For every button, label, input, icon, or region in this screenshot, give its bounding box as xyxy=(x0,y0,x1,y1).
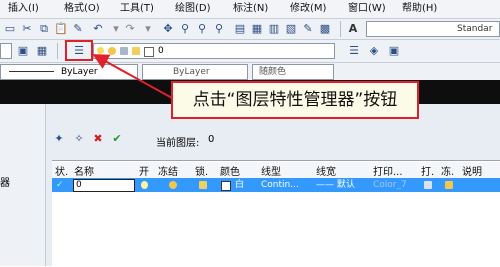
line-sample xyxy=(9,71,54,72)
color-swatch-white[interactable] xyxy=(221,181,231,191)
lock-icon xyxy=(132,47,140,55)
column-description[interactable]: 说明 xyxy=(462,163,482,178)
callout-text: 点击“图层特性管理器”按钮 xyxy=(192,90,398,110)
menu-modify[interactable]: 修改(M) xyxy=(290,2,326,16)
highlight-box xyxy=(65,40,93,61)
layer-state-icon[interactable]: ▦ xyxy=(34,43,50,59)
plotstyle-combo[interactable]: 随颜色 xyxy=(252,64,334,80)
linetype-value: ByLayer xyxy=(61,67,98,77)
column-plot[interactable]: 打. xyxy=(421,163,434,178)
sun-icon xyxy=(108,47,116,55)
menu-draw[interactable]: 绘图(D) xyxy=(175,2,211,16)
calculator-icon[interactable]: ▩ xyxy=(317,21,333,37)
column-lock[interactable]: 锁. xyxy=(195,163,208,178)
menu-window[interactable]: 窗口(W) xyxy=(348,2,386,16)
layer-plotstyle-value: Color_7 xyxy=(373,180,407,190)
text-style-combo[interactable]: Standar xyxy=(366,21,500,37)
column-linetype[interactable]: 线型 xyxy=(261,163,281,178)
sheet-set-icon[interactable]: ▧ xyxy=(283,21,299,37)
column-status[interactable]: 状. xyxy=(55,163,68,178)
layer-combo[interactable]: 0 xyxy=(93,43,335,59)
menu-tools[interactable]: 工具(T) xyxy=(120,2,154,16)
redo-dropdown-icon[interactable]: ▾ xyxy=(140,21,156,37)
linetype-combo[interactable]: ByLayer xyxy=(0,64,138,80)
lineweight-combo[interactable]: ByLayer xyxy=(142,64,248,80)
column-name[interactable]: 名称 xyxy=(74,163,94,178)
vp-freeze-icon[interactable] xyxy=(445,181,453,189)
make-current-icon[interactable]: ☰ xyxy=(346,43,362,59)
column-vp-freeze[interactable]: 冻. xyxy=(441,163,454,178)
unlocked-icon[interactable] xyxy=(199,181,207,189)
column-on[interactable]: 开 xyxy=(139,163,149,178)
layer-lineweight-value[interactable]: —— 默认 xyxy=(316,179,355,191)
sun-thawed-icon[interactable] xyxy=(169,181,177,189)
new-layer-icon[interactable]: ✦ xyxy=(51,131,67,147)
menu-format[interactable]: 格式(O) xyxy=(64,2,100,16)
current-layer-value: 0 xyxy=(208,134,215,145)
column-plotstyle[interactable]: 打印... xyxy=(373,163,403,178)
copy-icon[interactable]: ⧉ xyxy=(36,21,52,37)
viewport-freeze-icon xyxy=(120,47,128,55)
column-freeze[interactable]: 冻结 xyxy=(158,163,178,178)
markup-icon[interactable]: ✎ xyxy=(300,21,316,37)
current-layer-label: 当前图层: xyxy=(156,138,200,149)
text-style-value: Standar xyxy=(457,24,493,34)
toolbar-separator xyxy=(57,43,58,59)
set-current-icon[interactable]: ✔ xyxy=(109,131,125,147)
undo-icon[interactable]: ↶ xyxy=(90,21,106,37)
layer-panel-toolbar: ✦ ✧ ✖ ✔ 当前图层: 0 xyxy=(45,126,500,154)
cut-icon[interactable]: ✂ xyxy=(19,21,35,37)
printer-icon[interactable] xyxy=(424,181,432,189)
layer-linetype-value[interactable]: Contin... xyxy=(261,179,299,191)
paste-icon[interactable]: 📋 xyxy=(53,21,69,37)
column-color[interactable]: 颜色 xyxy=(220,163,240,178)
zoom-previous-icon[interactable]: ⚲ xyxy=(211,21,227,37)
zoom-realtime-icon[interactable]: ⚲ xyxy=(177,21,193,37)
standard-toolbar: ▭ ✂ ⧉ 📋 ✎ ↶ ▾ ↷ ▾ ✥ ⚲ ⚲ ⚲ ▤ ▦ ▥ ▧ ✎ ▩ A … xyxy=(0,19,500,40)
layer-name-field[interactable]: 0 xyxy=(73,179,135,192)
properties-icon[interactable]: ▤ xyxy=(232,21,248,37)
layer-filter-tree: 器 xyxy=(0,104,46,266)
layer-isolate-icon[interactable]: ▣ xyxy=(386,43,402,59)
lineweight-value: ByLayer xyxy=(173,67,210,77)
instruction-callout: 点击“图层特性管理器”按钮 xyxy=(171,81,419,119)
current-status-icon: ✓ xyxy=(56,180,64,190)
new-file-icon[interactable]: ▭ xyxy=(2,21,18,37)
tool-palettes-icon[interactable]: ▥ xyxy=(266,21,282,37)
toolbar-separator xyxy=(340,21,341,37)
color-swatch xyxy=(144,47,154,57)
new-layer-vp-frozen-icon[interactable]: ✧ xyxy=(71,131,87,147)
delete-layer-icon[interactable]: ✖ xyxy=(90,131,106,147)
plotstyle-value: 随颜色 xyxy=(259,67,287,77)
workspace-combo[interactable] xyxy=(0,43,12,59)
menu-bar: 插入(I) 格式(O) 工具(T) 绘图(D) 标注(N) 修改(M) 窗口(W… xyxy=(0,0,500,19)
menu-dimension[interactable]: 标注(N) xyxy=(233,2,268,16)
layer-color-value[interactable]: 白 xyxy=(235,179,244,191)
light-bulb-on-icon[interactable] xyxy=(141,181,148,189)
menu-insert[interactable]: 插入(I) xyxy=(8,2,39,16)
redo-icon[interactable]: ↷ xyxy=(122,21,138,37)
menu-help[interactable]: 帮助(H) xyxy=(402,2,437,16)
layer-combo-value: 0 xyxy=(158,46,164,56)
layer-match-icon[interactable]: ◈ xyxy=(366,43,382,59)
properties-toolbar: ByLayer ByLayer 随颜色 xyxy=(0,63,500,81)
match-properties-icon[interactable]: ✎ xyxy=(70,21,86,37)
design-center-icon[interactable]: ▦ xyxy=(249,21,265,37)
filter-tree-label: 器 xyxy=(0,178,10,189)
light-bulb-icon xyxy=(97,47,104,54)
layer-previous-icon[interactable]: ▣ xyxy=(15,43,31,59)
text-style-icon[interactable]: A xyxy=(345,21,361,37)
zoom-window-icon[interactable]: ⚲ xyxy=(194,21,210,37)
layer-name-value: 0 xyxy=(76,180,82,190)
pan-icon[interactable]: ✥ xyxy=(160,21,176,37)
column-lineweight[interactable]: 线宽 xyxy=(316,163,336,178)
